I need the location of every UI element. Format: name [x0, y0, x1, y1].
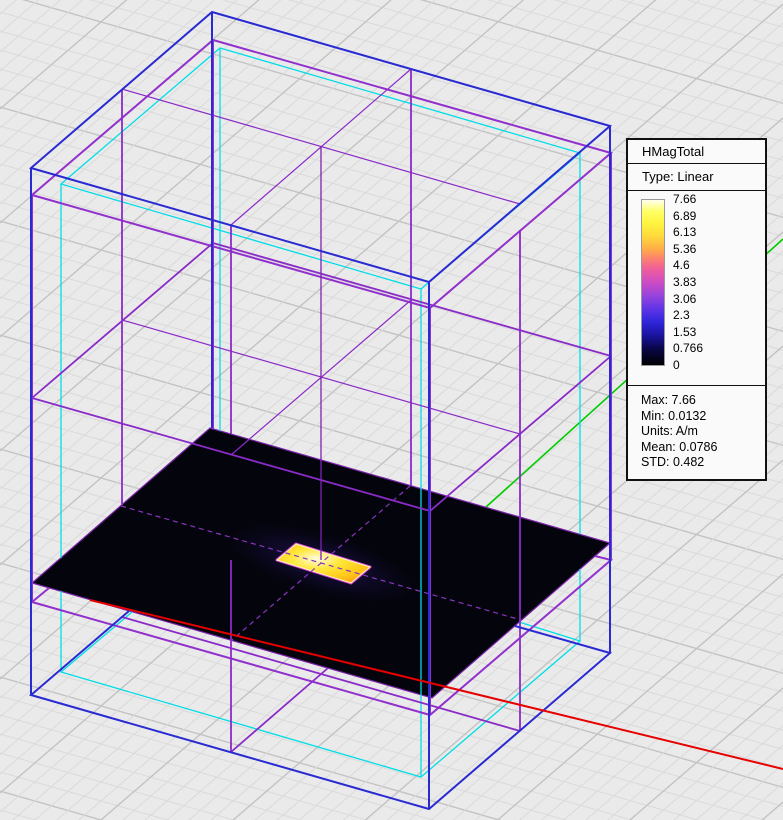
- scale-tick-label: 2.3: [673, 308, 703, 322]
- scale-tick-label: 6.13: [673, 225, 703, 239]
- scale-tick-label: 1.53: [673, 325, 703, 339]
- scale-tick-label: 0: [673, 358, 703, 372]
- stat-line: Units: A/m: [641, 424, 761, 440]
- stat-line: Mean: 0.0786: [641, 440, 761, 456]
- field-legend-panel[interactable]: HMagTotal Type: Linear 7.66 6.89 6.13 5.36 4…: [626, 138, 767, 481]
- legend-colorbar-section: 7.66 6.89 6.13 5.36 4.6 3.83 3.06 2.3 1.53 0.766 0: [628, 191, 765, 386]
- scale-tick-label: 5.36: [673, 242, 703, 256]
- legend-scale-type: Type: Linear: [628, 164, 765, 191]
- scale-tick-label: 6.89: [673, 209, 703, 223]
- legend-statistics: Max: 7.66Min: 0.0132Units: A/mMean: 0.07…: [628, 386, 765, 479]
- colorbar-gradient: [641, 199, 665, 366]
- stat-line: Max: 7.66: [641, 393, 761, 409]
- colorbar-scale-labels: 7.66 6.89 6.13 5.36 4.6 3.83 3.06 2.3 1.53 0.766 0: [673, 192, 703, 372]
- scale-tick-label: 3.06: [673, 292, 703, 306]
- stat-line: STD: 0.482: [641, 455, 761, 471]
- stat-line: Min: 0.0132: [641, 409, 761, 425]
- scale-tick-label: 7.66: [673, 192, 703, 206]
- 3d-modeler-viewport[interactable]: HMagTotal Type: Linear 7.66 6.89 6.13 5.36 4…: [0, 0, 783, 820]
- scale-tick-label: 0.766: [673, 341, 703, 355]
- legend-title: HMagTotal: [628, 140, 765, 164]
- scale-tick-label: 3.83: [673, 275, 703, 289]
- scale-tick-label: 4.6: [673, 258, 703, 272]
